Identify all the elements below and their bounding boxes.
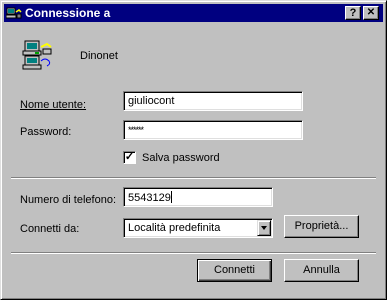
- username-label-text: Nome utente:: [20, 99, 87, 111]
- phone-number-field[interactable]: 5543129: [123, 187, 273, 207]
- password-field[interactable]: ******: [123, 120, 303, 140]
- cancel-button[interactable]: Annulla: [284, 259, 359, 282]
- dial-from-value: Località predefinita: [128, 222, 221, 234]
- connection-name: Dinonet: [80, 50, 118, 62]
- separator-bottom: [11, 252, 376, 254]
- phone-number-value: 5543129: [128, 192, 171, 204]
- dialup-icon: [5, 5, 22, 21]
- properties-button[interactable]: Proprietà...: [284, 215, 359, 238]
- dialup-connection-icon: [21, 39, 53, 71]
- save-password-label[interactable]: Salva password: [142, 151, 220, 165]
- phone-label: Numero di telefono:: [20, 194, 116, 206]
- username-label: Nome utente:: [20, 98, 86, 112]
- title-bar[interactable]: Connessione a ? ✕: [4, 4, 383, 22]
- close-icon: ✕: [366, 7, 376, 18]
- text-cursor: [170, 191, 172, 203]
- connect-to-dialog: Connessione a ? ✕ Dinonet Nome utente: g…: [0, 0, 387, 300]
- dial-from-label: Connetti da:: [20, 223, 80, 235]
- window-title: Connessione a: [25, 6, 111, 20]
- password-label: Password:: [20, 126, 72, 138]
- help-button[interactable]: ?: [345, 6, 361, 20]
- save-password-checkbox[interactable]: ✓: [123, 151, 136, 164]
- dial-from-dropdown[interactable]: Località predefinita: [123, 218, 273, 238]
- separator-top: [11, 177, 376, 179]
- connect-button[interactable]: Connetti: [197, 259, 272, 282]
- close-button[interactable]: ✕: [363, 6, 379, 20]
- username-field[interactable]: giuliocont: [123, 91, 303, 111]
- dropdown-arrow-icon[interactable]: [257, 220, 271, 236]
- checkmark-icon: ✓: [124, 151, 135, 163]
